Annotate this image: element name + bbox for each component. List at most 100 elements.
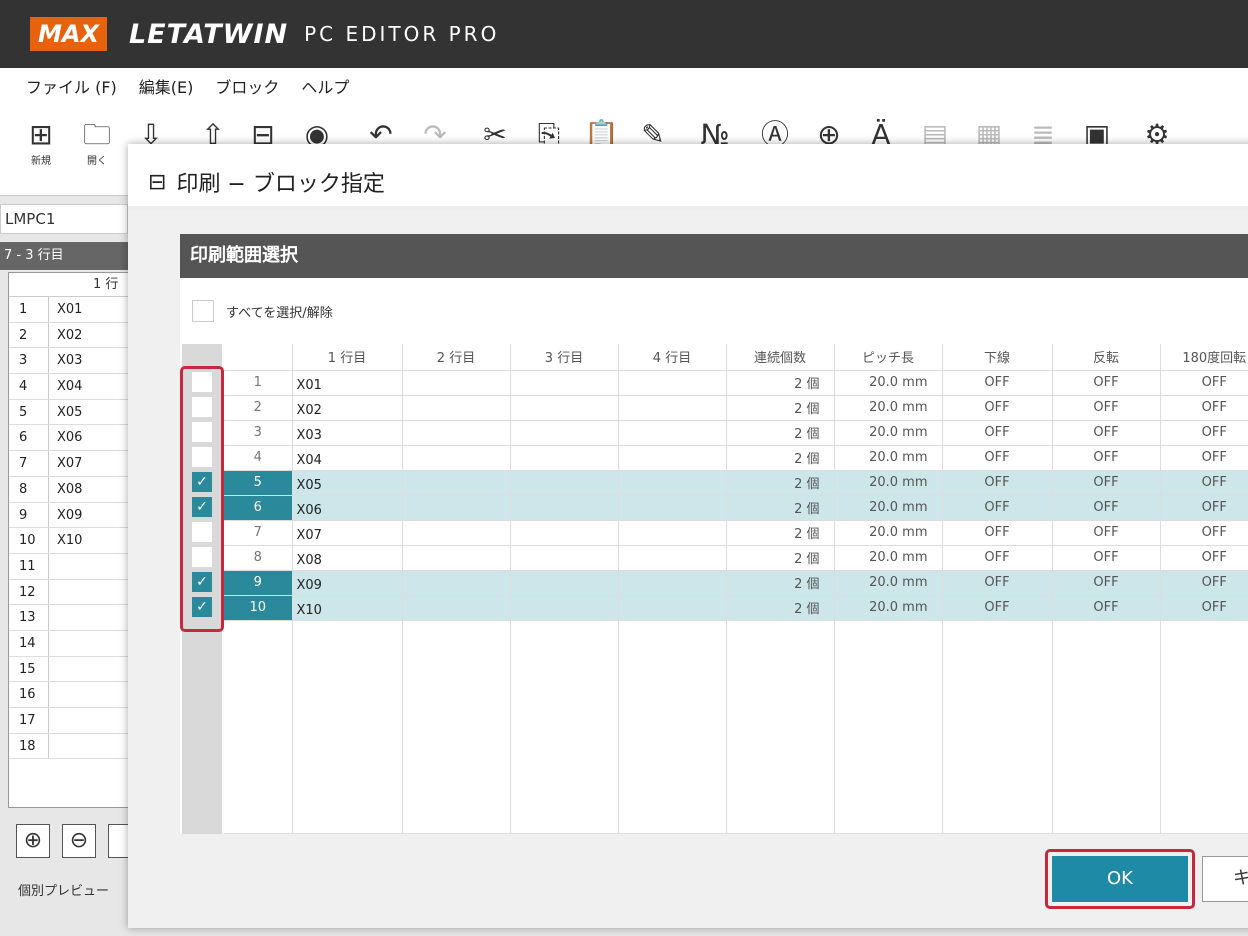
pitch-cell: 20.0 mm (833, 395, 942, 421)
row-number: 10 (224, 595, 292, 621)
left-grid-row-value (49, 682, 57, 707)
table-row[interactable]: 10 X10 2 個 20.0 mm OFF OFF OFF (224, 595, 1248, 621)
left-grid-row[interactable]: 15 (9, 656, 128, 683)
line3-cell (509, 545, 618, 571)
left-grid-row[interactable]: 9 X09 (9, 502, 128, 529)
zoom-reset-icon[interactable] (108, 824, 128, 858)
table-row[interactable]: 7 X07 2 個 20.0 mm OFF OFF OFF (224, 520, 1248, 546)
row-number: 1 (224, 370, 292, 396)
table-row[interactable]: 1 X01 2 個 20.0 mm OFF OFF OFF (224, 370, 1248, 396)
underline-cell: OFF (941, 495, 1052, 521)
header-count: 連続個数 (725, 344, 834, 371)
line1-cell: X05 (291, 470, 402, 496)
left-grid-row[interactable]: 18 (9, 733, 128, 760)
rotate-cell: OFF (1159, 370, 1248, 396)
left-grid-row[interactable]: 5 X05 (9, 399, 128, 426)
left-grid-row-value (49, 734, 57, 759)
table-empty-area (224, 620, 1248, 834)
left-grid-row-number: 17 (9, 708, 49, 733)
table-row[interactable]: 2 X02 2 個 20.0 mm OFF OFF OFF (224, 395, 1248, 421)
line1-cell: X02 (291, 395, 402, 421)
pitch-cell: 20.0 mm (833, 595, 942, 621)
line4-cell (617, 545, 726, 571)
select-all-checkbox[interactable] (192, 300, 214, 322)
header-pitch: ピッチ長 (833, 344, 942, 371)
zoom-in-icon[interactable]: ⊕ (16, 824, 50, 858)
left-grid-row-number: 11 (9, 553, 49, 579)
left-grid-row-number: 5 (9, 399, 49, 425)
left-grid-row-value: X09 (57, 507, 83, 523)
rotate-cell: OFF (1159, 420, 1248, 446)
document-name: LMPC1 (0, 204, 128, 234)
menu-file[interactable]: ファイル (F) (26, 74, 117, 98)
left-grid-row[interactable]: 7 X07 (9, 451, 128, 477)
line4-cell (617, 570, 726, 596)
invert-cell: OFF (1051, 545, 1160, 571)
left-grid-row[interactable]: 16 (9, 682, 128, 708)
table-row[interactable]: 3 X03 2 個 20.0 mm OFF OFF OFF (224, 420, 1248, 446)
new-file-icon[interactable]: ⊞ (24, 118, 58, 152)
left-grid-row[interactable]: 17 (9, 708, 128, 734)
zoom-out-icon[interactable]: ⊖ (62, 824, 96, 858)
rotate-cell: OFF (1159, 495, 1248, 521)
pitch-cell: 20.0 mm (833, 520, 942, 546)
header-line1: 1 行目 (291, 344, 402, 371)
left-grid-row[interactable]: 1 X01 (9, 297, 128, 323)
table-row[interactable]: 5 X05 2 個 20.0 mm OFF OFF OFF (224, 470, 1248, 496)
row-number: 2 (224, 395, 292, 421)
invert-cell: OFF (1051, 445, 1160, 471)
menu-bar: ファイル (F) 編集(E) ブロック ヘルプ (0, 68, 1248, 104)
line4-cell (617, 395, 726, 421)
row-number: 8 (224, 545, 292, 571)
left-grid-row[interactable]: 4 X04 (9, 374, 128, 400)
menu-block[interactable]: ブロック (215, 74, 279, 98)
left-grid-row[interactable]: 2 X02 (9, 322, 128, 349)
line3-cell (509, 470, 618, 496)
pitch-cell: 20.0 mm (833, 370, 942, 396)
left-grid-row[interactable]: 6 X06 (9, 425, 128, 452)
dialog-title: 印刷 − ブロック指定 (176, 172, 385, 197)
line1-cell: X04 (291, 445, 402, 471)
table-row[interactable]: 4 X04 2 個 20.0 mm OFF OFF OFF (224, 445, 1248, 471)
cancel-button[interactable]: キ (1202, 856, 1248, 902)
row-number: 6 (224, 495, 292, 521)
left-grid-row[interactable]: 8 X08 (9, 476, 128, 503)
menu-edit[interactable]: 編集(E) (139, 74, 194, 98)
underline-cell: OFF (941, 520, 1052, 546)
row-header: 7 - 3 行目 (0, 242, 128, 270)
left-grid-row[interactable]: 10 X10 (9, 528, 128, 554)
pitch-cell: 20.0 mm (833, 545, 942, 571)
left-grid-row[interactable]: 14 (9, 630, 128, 657)
underline-cell: OFF (941, 595, 1052, 621)
rotate-cell: OFF (1159, 595, 1248, 621)
left-grid-row-value: X03 (57, 353, 83, 369)
max-logo: MAX (30, 17, 107, 51)
left-grid-row[interactable]: 11 (9, 553, 128, 580)
ok-button[interactable]: OK (1052, 856, 1188, 902)
table-row[interactable]: 6 X06 2 個 20.0 mm OFF OFF OFF (224, 495, 1248, 521)
line2-cell (401, 595, 510, 621)
line2-cell (401, 370, 510, 396)
left-grid-row-value (49, 580, 57, 605)
left-grid-row[interactable]: 13 (9, 605, 128, 631)
left-grid-row-value (49, 631, 57, 656)
table-row[interactable]: 8 X08 2 個 20.0 mm OFF OFF OFF (224, 545, 1248, 571)
left-grid-row-number: 4 (9, 374, 49, 399)
title-bar: MAX LETATWIN PC EDITOR PRO (0, 0, 1248, 68)
line4-cell (617, 595, 726, 621)
left-grid-row[interactable]: 3 X03 (9, 348, 128, 375)
left-grid-row-number: 18 (9, 733, 49, 759)
print-block-dialog: ⊟ 印刷 − ブロック指定 印刷範囲選択 すべてを選択/解除 ✓ ✓ ✓ ✓ 1 行目… (128, 144, 1248, 928)
open-folder-icon[interactable]: 🗀 (80, 118, 114, 152)
invert-cell: OFF (1051, 570, 1160, 596)
table-row[interactable]: 9 X09 2 個 20.0 mm OFF OFF OFF (224, 570, 1248, 596)
pitch-cell: 20.0 mm (833, 470, 942, 496)
invert-cell: OFF (1051, 370, 1160, 396)
left-grid-row-value: X08 (57, 481, 83, 497)
menu-help[interactable]: ヘルプ (301, 74, 349, 98)
left-grid-row-number: 12 (9, 579, 49, 605)
checkbox-highlight (180, 366, 224, 632)
line2-cell (401, 420, 510, 446)
left-grid-row[interactable]: 12 (9, 579, 128, 606)
underline-cell: OFF (941, 570, 1052, 596)
